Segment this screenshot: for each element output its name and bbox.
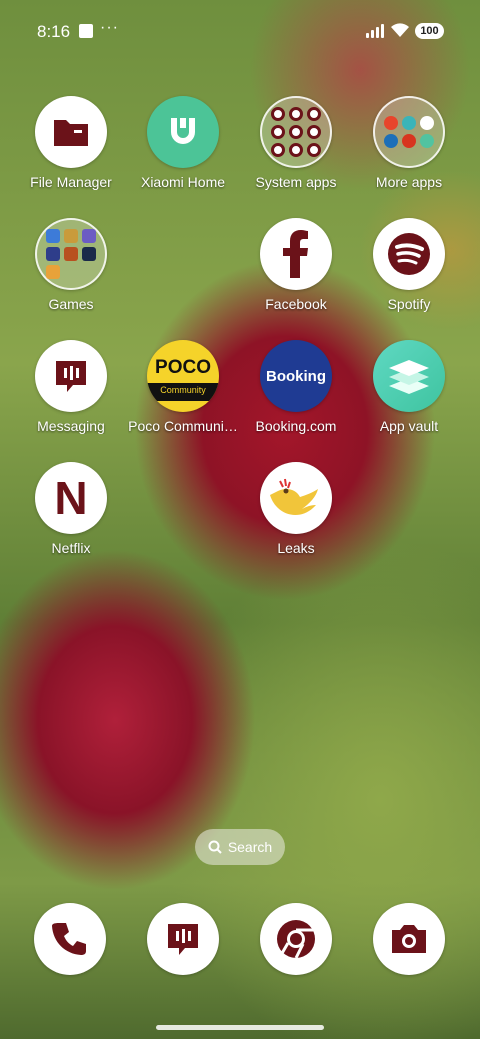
app-label: Poco Communi…	[128, 418, 238, 434]
folder-icon	[35, 96, 107, 168]
app-label: Spotify	[387, 296, 431, 312]
games-folder-icon	[35, 218, 107, 290]
dock-phone[interactable]	[34, 903, 106, 975]
notification-icon	[79, 24, 93, 38]
chrome-icon	[277, 920, 315, 959]
app-app-vault[interactable]: App vault	[354, 340, 464, 434]
search-button[interactable]: Search	[195, 829, 285, 865]
app-booking[interactable]: Booking Booking.com	[241, 340, 351, 434]
status-bar: 8:16 ··· 100	[0, 0, 480, 64]
app-vault-icon	[373, 340, 445, 412]
folder-games[interactable]: Games	[16, 218, 126, 312]
facebook-icon	[260, 218, 332, 290]
more-apps-folder-icon	[373, 96, 445, 168]
camera-icon	[392, 925, 426, 953]
more-notifications-icon: ···	[100, 19, 119, 36]
dock-camera[interactable]	[373, 903, 445, 975]
dock-chrome[interactable]	[260, 903, 332, 975]
netflix-icon: N	[35, 462, 107, 534]
search-icon	[208, 840, 222, 854]
leaks-icon	[260, 462, 332, 534]
app-label: System apps	[255, 174, 337, 190]
app-label: Messaging	[37, 418, 105, 434]
app-label: Booking.com	[255, 418, 337, 434]
booking-icon: Booking	[260, 340, 332, 412]
app-label: App vault	[379, 418, 439, 434]
app-spotify[interactable]: Spotify	[354, 218, 464, 312]
messaging-icon	[168, 924, 198, 955]
xiaomi-home-icon	[147, 96, 219, 168]
app-netflix[interactable]: N Netflix	[16, 462, 126, 556]
poco-logo-sub: Community	[147, 383, 219, 401]
booking-logo-text: Booking	[266, 367, 326, 385]
folder-more-apps[interactable]: More apps	[354, 96, 464, 190]
search-label: Search	[227, 839, 273, 855]
app-label: File Manager	[30, 174, 112, 190]
dock-messaging[interactable]	[147, 903, 219, 975]
status-time: 8:16	[37, 22, 71, 41]
poco-logo-text: POCO	[155, 357, 211, 378]
signal-icon	[366, 24, 384, 38]
app-file-manager[interactable]: File Manager	[16, 96, 126, 190]
spotify-icon	[373, 218, 445, 290]
app-facebook[interactable]: Facebook	[241, 218, 351, 312]
app-messaging[interactable]: Messaging	[16, 340, 126, 434]
app-poco-community[interactable]: POCO Community Poco Communi…	[128, 340, 238, 434]
phone-icon	[52, 923, 86, 955]
app-label: Facebook	[265, 296, 327, 312]
app-leaks[interactable]: Leaks	[241, 462, 351, 556]
messaging-icon	[35, 340, 107, 412]
app-label: Leaks	[277, 540, 315, 556]
system-apps-folder-icon	[260, 96, 332, 168]
wifi-icon	[391, 23, 409, 37]
app-label: Netflix	[51, 540, 91, 556]
gesture-bar[interactable]	[156, 1025, 324, 1030]
netflix-logo-text: N	[54, 472, 88, 524]
app-label: More apps	[375, 174, 443, 190]
app-label: Games	[48, 296, 94, 312]
folder-system-apps[interactable]: System apps	[241, 96, 351, 190]
battery-indicator: 100	[415, 23, 444, 39]
app-label: Xiaomi Home	[140, 174, 226, 190]
poco-icon: POCO Community	[147, 340, 219, 412]
app-xiaomi-home[interactable]: Xiaomi Home	[128, 96, 238, 190]
